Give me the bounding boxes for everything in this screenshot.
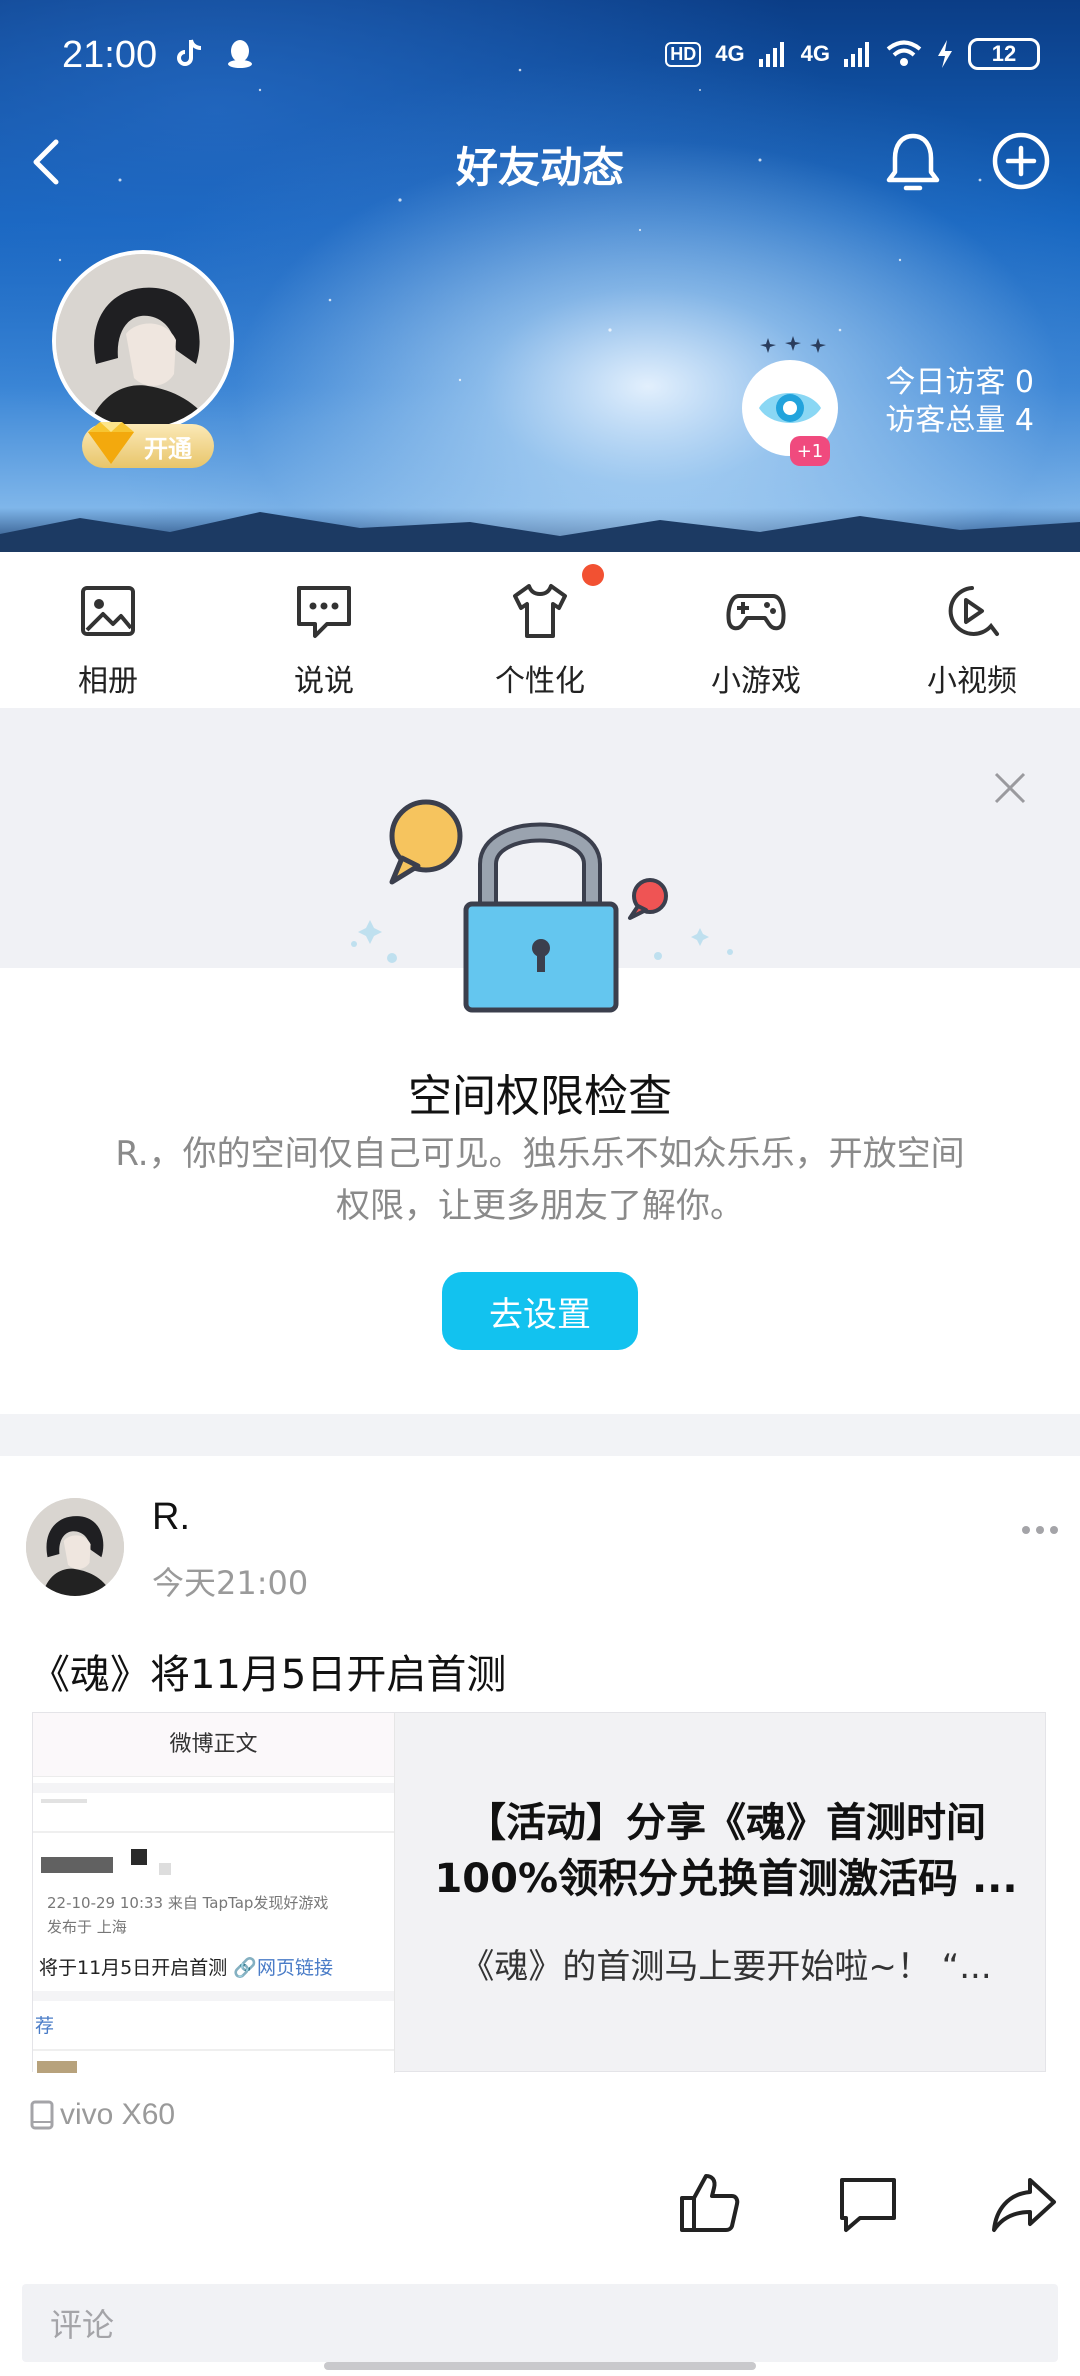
visitor-increment-badge: +1	[790, 436, 830, 466]
thumb-meta-line-2: 发布于 上海	[47, 1918, 127, 1936]
chat-bubble-icon	[297, 586, 351, 638]
avatar-illustration	[26, 1498, 124, 1596]
shared-link-card[interactable]: 微博正文 22-10-29 10:33 来自 TapTap发现好游戏 发布于 上…	[32, 1712, 1046, 2073]
tiktok-icon	[177, 39, 202, 66]
video-play-icon	[948, 586, 999, 636]
nav-short-video-label: 小视频	[927, 664, 1017, 699]
link-description: 《魂》的首测马上要开始啦~！ “...	[460, 1947, 992, 1987]
mountain-silhouette	[0, 512, 1080, 552]
post-actions	[0, 2170, 1080, 2260]
post-text: 《魂》将11月5日开启首测	[30, 1652, 507, 1698]
link-thumbnail: 微博正文 22-10-29 10:33 来自 TapTap发现好游戏 发布于 上…	[33, 1713, 395, 2073]
nav-personalize-label: 个性化	[495, 664, 585, 699]
share-icon[interactable]	[990, 2174, 1058, 2234]
profile-header: 21:00 HD 4G 4G 12 好友动态 开通 +1 今日访客 0 访客总量…	[0, 0, 1080, 552]
battery-indicator: 12	[968, 38, 1040, 70]
nav-album-label: 相册	[78, 664, 138, 699]
signal-icon-2	[844, 42, 869, 67]
device-info: vivo X60	[30, 2098, 175, 2132]
post-timestamp: 今天21:00	[152, 1564, 309, 1602]
wifi-icon	[886, 40, 922, 66]
thumb-header: 微博正文	[33, 1713, 394, 1777]
network-4g-label: 4G	[715, 41, 745, 66]
album-icon	[81, 586, 135, 636]
blurred-name	[41, 1857, 113, 1873]
post-avatar[interactable]	[26, 1498, 124, 1596]
nav-shuoshuo[interactable]: 说说	[216, 552, 432, 708]
thumb-recommend-label: 荐	[35, 2015, 55, 2037]
total-visitors: 访客总量 4	[885, 403, 1034, 438]
quick-nav-bar: 相册 说说 个性化 小游戏 小视频	[0, 552, 1080, 708]
hd-icon: HD	[665, 41, 702, 67]
status-bar: 21:00 HD 4G 4G 12	[0, 0, 1080, 120]
add-post-icon[interactable]	[988, 128, 1054, 194]
visitor-stats[interactable]: 今日访客 0 访客总量 4	[885, 364, 1034, 440]
post-username[interactable]: R.	[152, 1496, 190, 1539]
section-divider	[0, 1414, 1080, 1456]
vip-open-badge[interactable]: 开通	[82, 422, 214, 468]
eye-icon	[759, 393, 821, 423]
permission-title: 空间权限检查	[408, 1071, 672, 1122]
vip-label: 开通	[144, 434, 192, 463]
network-4g-label-2: 4G	[800, 41, 830, 66]
diamond-icon	[88, 422, 134, 464]
device-name: vivo X60	[60, 2098, 176, 2131]
comment-input[interactable]: 评论	[22, 2284, 1058, 2362]
close-icon[interactable]	[990, 768, 1030, 808]
top-navigation: 好友动态	[0, 120, 1080, 200]
permission-description: R.，你的空间仅自己可见。独乐乐不如众乐乐，开放空间权限，让更多朋友了解你。	[115, 1134, 965, 1226]
nav-minigame-label: 小游戏	[711, 664, 801, 699]
tshirt-icon	[513, 584, 567, 638]
comment-icon[interactable]	[836, 2174, 900, 2234]
avatar-illustration	[56, 254, 230, 428]
nav-minigame[interactable]: 小游戏	[648, 552, 864, 708]
qzone-friend-feed-page: 21:00 HD 4G 4G 12 好友动态 开通 +1 今日访客 0 访客总量…	[0, 0, 1080, 2376]
sparkle-stars-icon	[760, 336, 826, 353]
more-options-icon[interactable]	[1020, 1522, 1060, 1538]
like-icon[interactable]	[676, 2170, 742, 2236]
qq-icon	[228, 40, 252, 68]
nav-personalize[interactable]: 个性化	[432, 552, 648, 708]
notification-bell-icon[interactable]	[880, 128, 946, 194]
nav-album[interactable]: 相册	[0, 552, 216, 708]
lock-illustration	[351, 799, 733, 1013]
charging-icon	[938, 40, 952, 68]
thumb-line-text: 将于11月5日开启首测	[39, 1957, 228, 1979]
today-visitors: 今日访客 0	[885, 365, 1034, 400]
phone-icon	[30, 2100, 54, 2130]
status-time: 21:00	[62, 34, 158, 76]
new-indicator-dot	[582, 564, 604, 586]
gamepad-icon	[726, 594, 786, 631]
feed-post: R. 今天21:00 《魂》将11月5日开启首测 微博正文 22-10-29 1…	[0, 1456, 1080, 2376]
home-indicator[interactable]	[324, 2362, 756, 2370]
thumb-web-link: 🔗网页链接	[233, 1957, 333, 1979]
thumb-meta-line-1: 22-10-29 10:33 来自 TapTap发现好游戏	[47, 1894, 329, 1912]
permission-check-card: 空间权限检查 R.，你的空间仅自己可见。独乐乐不如众乐乐，开放空间权限，让更多朋…	[0, 708, 1080, 1414]
profile-avatar[interactable]	[52, 250, 234, 432]
nav-shuoshuo-label: 说说	[294, 664, 354, 699]
link-title: 【活动】分享《魂》首测时间100%领积分兑换首测激活码 ...	[434, 1800, 1018, 1902]
go-settings-button[interactable]: 去设置	[442, 1272, 638, 1350]
signal-icon	[758, 42, 784, 67]
nav-short-video[interactable]: 小视频	[864, 552, 1080, 708]
